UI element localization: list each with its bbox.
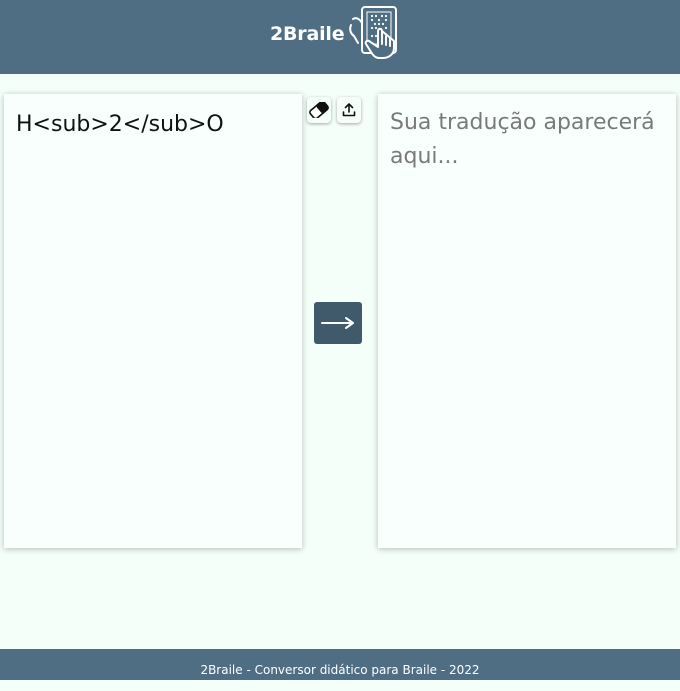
brand[interactable]: 2Braile: [270, 0, 402, 74]
braille-tablet-hand-icon: [348, 1, 402, 65]
app-header: 2Braile: [0, 0, 680, 74]
footer: 2Braile - Conversor didático para Braile…: [0, 649, 680, 680]
convert-button[interactable]: [314, 302, 362, 344]
arrow-right-icon: [321, 317, 354, 329]
brand-name: 2Braile: [270, 22, 345, 45]
input-textarea[interactable]: H<sub>2</sub>O: [16, 108, 288, 508]
upload-icon: [342, 103, 356, 117]
footer-text: 2Braile - Conversor didático para Braile…: [200, 663, 480, 677]
upload-button[interactable]: [337, 97, 361, 123]
output-placeholder: Sua tradução aparecerá aqui...: [390, 110, 655, 169]
eraser-icon: [309, 102, 329, 118]
output-panel: Sua tradução aparecerá aqui...: [378, 94, 676, 548]
input-panel: H<sub>2</sub>O: [4, 94, 302, 548]
erase-button[interactable]: [307, 97, 331, 123]
